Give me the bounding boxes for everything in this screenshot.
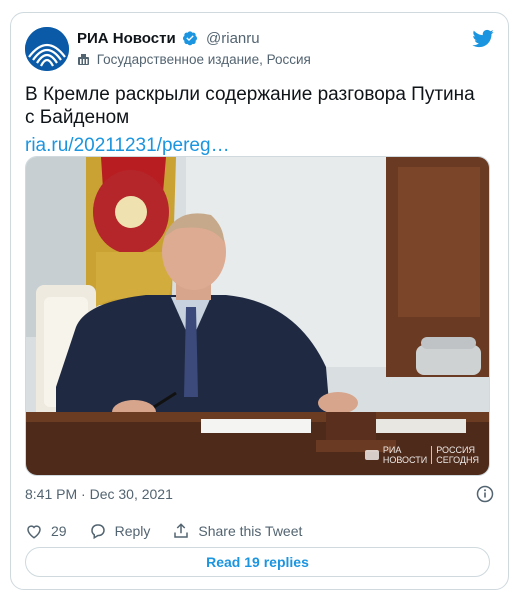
watermark-sub: РОССИЯ СЕГОДНЯ xyxy=(436,445,479,465)
reply-button[interactable]: Reply xyxy=(89,522,151,540)
like-button[interactable]: 29 xyxy=(25,522,67,540)
state-media-text: Государственное издание, Россия xyxy=(96,52,311,67)
watermark-divider xyxy=(431,446,433,464)
account-name[interactable]: РИА Новости xyxy=(77,30,176,47)
state-media-label[interactable]: Государственное издание, Россия xyxy=(77,52,311,67)
tweet-link[interactable]: ria.ru/20211231/pereg… xyxy=(25,135,230,157)
account-handle[interactable]: @rianru xyxy=(206,30,260,47)
ria-logo-icon xyxy=(25,27,69,71)
tweet-text: В Кремле раскрыли содержание разговора П… xyxy=(25,84,475,128)
tweet-card: РИА Новости @rianru Государственное изда… xyxy=(10,12,509,590)
tweet-header: РИА Новости @rianru Государственное изда… xyxy=(25,27,494,75)
avatar[interactable] xyxy=(25,27,69,71)
read-replies-button[interactable]: Read 19 replies xyxy=(25,547,490,577)
tweet-photo[interactable]: РИА НОВОСТИ РОССИЯ СЕГОДНЯ xyxy=(25,156,490,476)
heart-icon xyxy=(27,525,41,539)
reply-label: Reply xyxy=(114,523,151,539)
reply-bubble-icon xyxy=(90,524,105,540)
tweet-actions: 29 Reply Share this Tweet xyxy=(25,521,324,541)
state-media-icon xyxy=(78,54,89,65)
verified-badge-icon xyxy=(182,30,198,50)
info-icon[interactable] xyxy=(476,485,494,508)
share-label: Share this Tweet xyxy=(198,523,303,539)
ria-watermark-logo-icon xyxy=(364,450,379,460)
tweet-timestamp[interactable]: 8:41 PM · Dec 30, 2021 xyxy=(25,486,173,502)
twitter-bird-icon[interactable] xyxy=(472,27,494,54)
share-upload-icon xyxy=(174,523,189,538)
like-count: 29 xyxy=(51,523,67,539)
photo-watermark: РИА НОВОСТИ РОССИЯ СЕГОДНЯ xyxy=(364,445,479,465)
photo-president-at-desk xyxy=(26,157,489,475)
watermark-brand: РИА НОВОСТИ xyxy=(382,445,428,465)
share-button[interactable]: Share this Tweet xyxy=(172,522,302,540)
account-name-row: РИА Новости @rianru xyxy=(77,30,260,50)
